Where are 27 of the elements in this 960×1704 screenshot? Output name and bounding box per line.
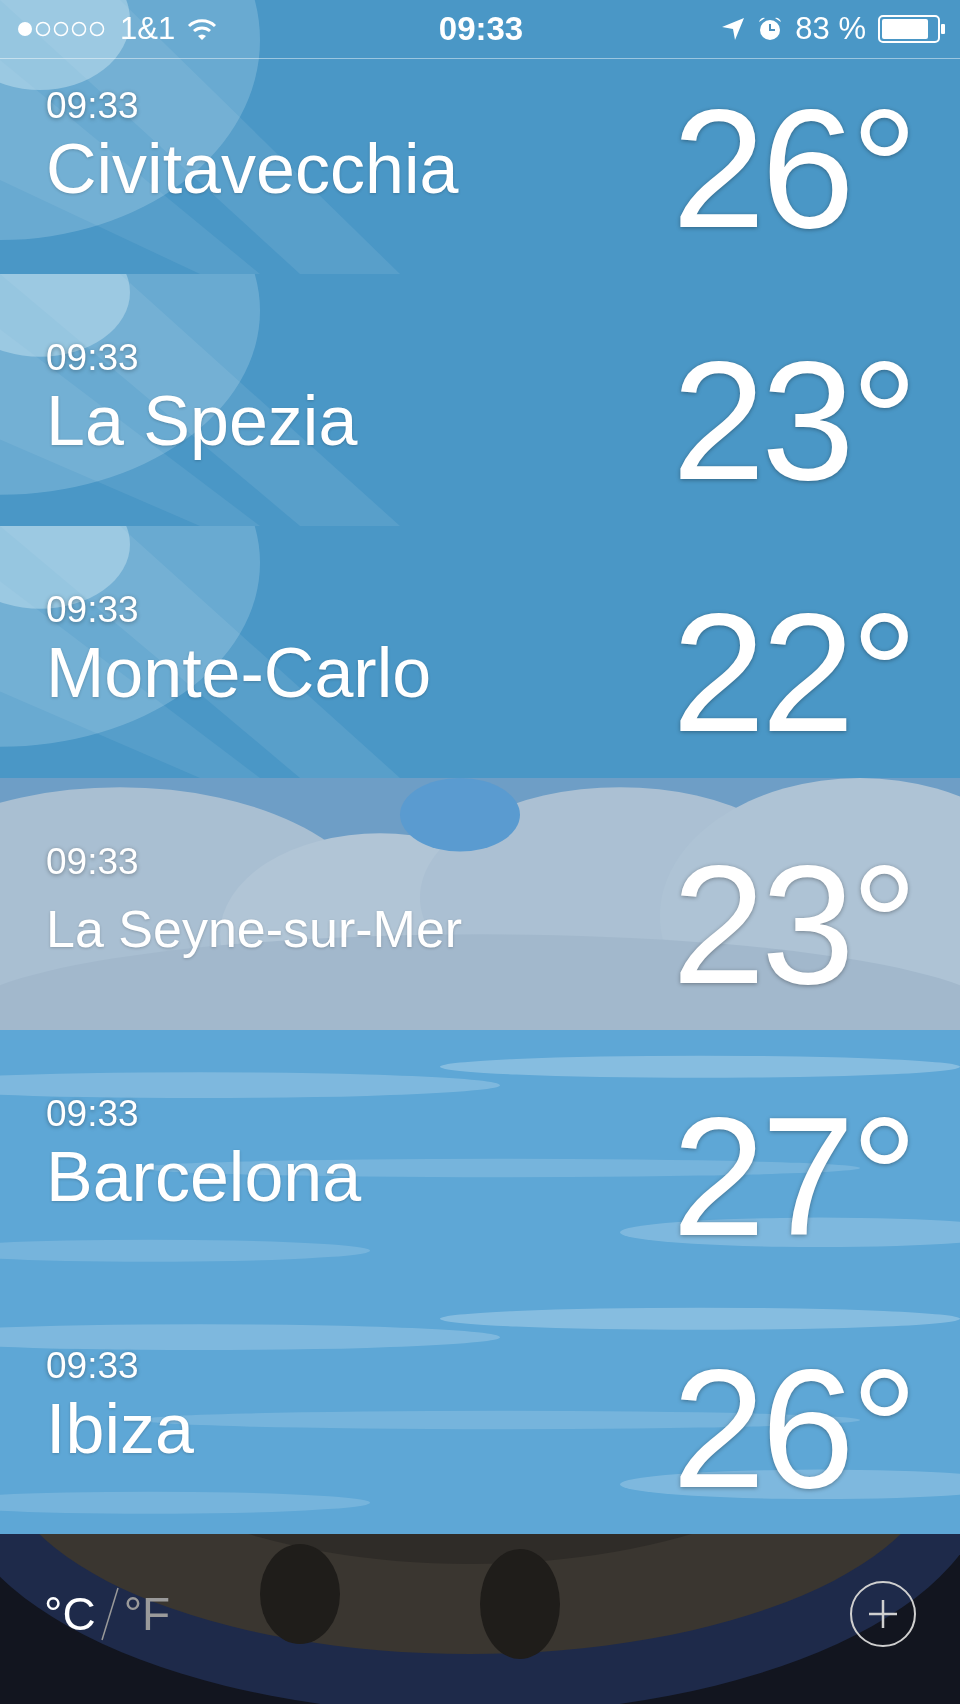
- alarm-clock-icon: [757, 16, 784, 42]
- plus-icon: [868, 1599, 898, 1629]
- unit-option[interactable]: °C: [44, 1587, 96, 1641]
- local-time: 09:33: [46, 588, 139, 632]
- add-button[interactable]: [850, 1581, 916, 1647]
- slash-icon: [99, 1586, 120, 1642]
- temperature: 26°: [671, 74, 914, 264]
- local-time: 09:33: [46, 840, 139, 884]
- temperature: 22°: [671, 578, 914, 768]
- location-arrow-icon: [721, 17, 746, 41]
- city-name: La Spezia: [46, 381, 358, 462]
- local-time: 09:33: [46, 84, 139, 128]
- temperature: 23°: [671, 326, 914, 516]
- city-name: La Seyne-sur-Mer: [46, 899, 463, 960]
- local-time: 09:33: [46, 336, 139, 380]
- city-name: Barcelona: [46, 1137, 362, 1218]
- local-time: 09:33: [46, 1092, 139, 1136]
- unit-option[interactable]: °F: [123, 1587, 171, 1641]
- wifi-icon: [187, 18, 218, 40]
- battery-percent: 83 %: [795, 11, 866, 47]
- battery-icon: [878, 15, 946, 43]
- city-name: Civitavecchia: [46, 129, 459, 210]
- carrier-name: 1&1: [120, 11, 176, 47]
- city-name: Monte-Carlo: [46, 633, 432, 714]
- status-time: 09:33: [438, 10, 524, 48]
- temperature: 23°: [671, 830, 914, 1020]
- temperature: 27°: [671, 1082, 914, 1272]
